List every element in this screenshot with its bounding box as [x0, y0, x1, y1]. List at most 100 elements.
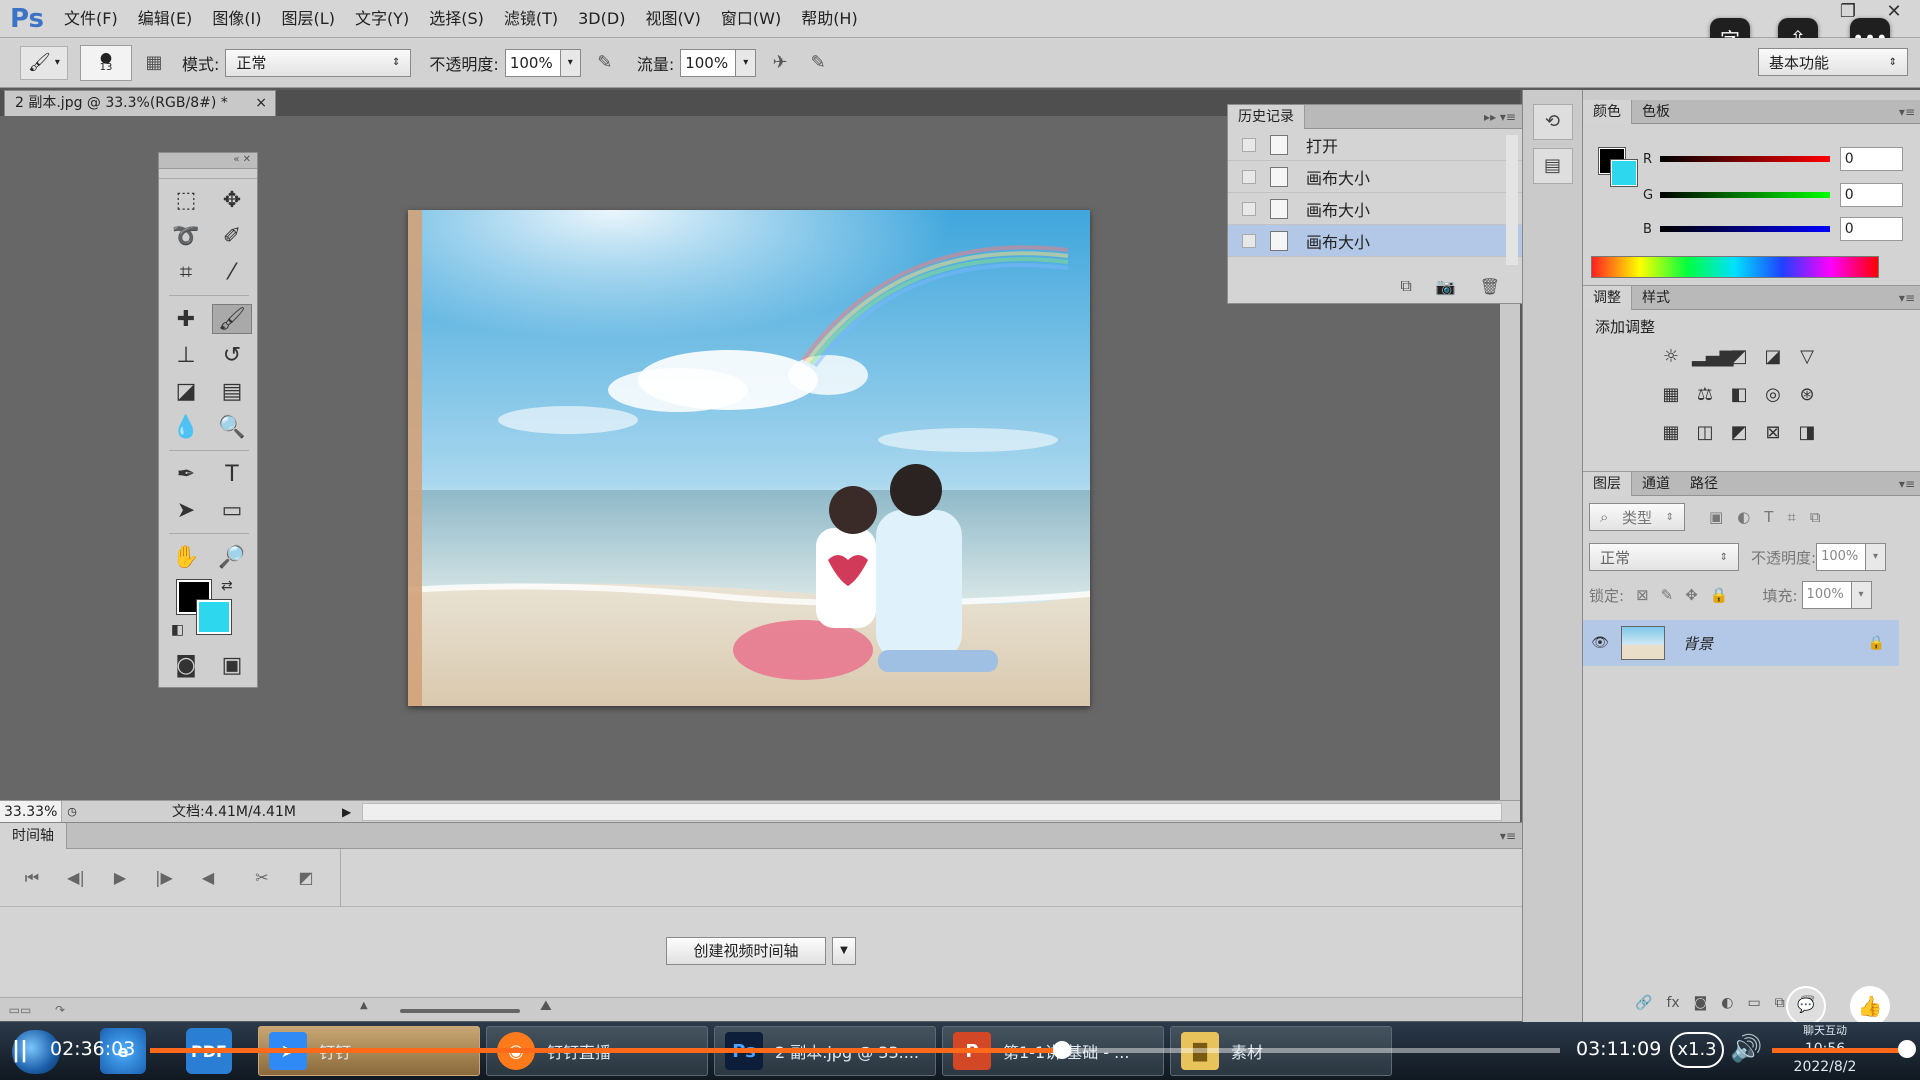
fill-dropdown[interactable]: ▾ — [1851, 581, 1872, 609]
add-mask-icon[interactable]: ◙ — [1694, 995, 1708, 1011]
panel-menu-icon[interactable]: ▾≡ — [1899, 477, 1920, 491]
rectangle-tool-icon[interactable]: ▭ — [212, 495, 252, 525]
zoom-tool-icon[interactable]: 🔎 — [212, 542, 252, 572]
channels-tab[interactable]: 通道 — [1632, 472, 1680, 496]
hand-tool-icon[interactable]: ✋ — [166, 542, 206, 572]
history-source-checkbox[interactable] — [1242, 233, 1256, 248]
background-color-swatch[interactable] — [196, 599, 232, 635]
panel-collapse-icon[interactable]: ▸▸ ▾≡ — [1484, 110, 1522, 124]
vibrance-icon[interactable]: ▽ — [1794, 344, 1820, 370]
new-document-from-state-icon[interactable]: ⧉ — [1400, 276, 1411, 296]
pause-icon[interactable]: || — [12, 1038, 28, 1063]
flow-dropdown[interactable]: ▾ — [736, 48, 757, 77]
airbrush-icon[interactable]: ✈ — [766, 49, 794, 77]
new-layer-icon[interactable]: ⧉ — [1775, 995, 1785, 1011]
lock-all-icon[interactable]: 🔒 — [1710, 586, 1729, 604]
fill-input[interactable]: 100% — [1801, 581, 1852, 609]
tools-panel-header[interactable]: « ✕ — [159, 153, 257, 169]
volume-icon[interactable]: 🔊 — [1730, 1034, 1762, 1064]
lasso-tool-icon[interactable]: ➰ — [166, 221, 206, 251]
menu-filter[interactable]: 滤镜(T) — [494, 0, 568, 38]
photo-filter-icon[interactable]: ◎ — [1760, 382, 1786, 408]
mode-select[interactable]: 正常 ⇕ — [225, 48, 412, 77]
link-layers-icon[interactable]: 🔗 — [1635, 995, 1652, 1011]
styles-tab[interactable]: 样式 — [1632, 286, 1680, 310]
color-balance-icon[interactable]: ⚖ — [1692, 382, 1718, 408]
status-menu-arrow-icon[interactable]: ▶ — [342, 805, 358, 819]
blur-tool-icon[interactable]: 💧 — [166, 412, 206, 442]
status-info-icon[interactable]: ◷ — [62, 805, 82, 818]
adjustment-filter-icon[interactable]: ◐ — [1737, 508, 1750, 526]
document-image[interactable] — [408, 210, 1090, 706]
panel-menu-icon[interactable]: ▾≡ — [1899, 105, 1920, 119]
tools-panel-grip[interactable] — [159, 169, 257, 179]
default-colors-icon[interactable]: ◧ — [171, 622, 184, 638]
canvas-horizontal-scrollbar[interactable] — [362, 802, 1502, 821]
menu-view[interactable]: 视图(V) — [635, 0, 710, 38]
menu-window[interactable]: 窗口(W) — [711, 0, 791, 38]
gradient-tool-icon[interactable]: ▤ — [212, 376, 252, 406]
delete-state-icon[interactable]: 🗑 — [1480, 277, 1500, 296]
pressure-size-icon[interactable]: ✎ — [804, 49, 832, 77]
history-scrollbar[interactable] — [1506, 135, 1518, 265]
create-video-timeline-button[interactable]: 创建视频时间轴 — [666, 937, 826, 965]
play-icon[interactable]: ▶ — [98, 868, 142, 887]
tool-preset-picker[interactable]: 🖌 ▾ — [20, 45, 68, 80]
transition-icon[interactable]: ◩ — [284, 868, 328, 887]
menu-select[interactable]: 选择(S) — [419, 0, 494, 38]
smart-object-filter-icon[interactable]: ⧉ — [1810, 508, 1821, 526]
next-frame-icon[interactable]: |▶ — [142, 868, 186, 887]
progress-knob[interactable] — [1053, 1041, 1072, 1059]
menu-layer[interactable]: 图层(L) — [272, 0, 345, 38]
new-adjustment-layer-icon[interactable]: ◐ — [1721, 995, 1733, 1011]
blue-slider[interactable] — [1659, 226, 1830, 232]
move-tool-icon[interactable]: ✥ — [212, 185, 252, 215]
progress-bar[interactable] — [150, 1041, 1560, 1059]
quick-mask-icon[interactable]: ◙ — [166, 650, 206, 680]
hue-saturation-icon[interactable]: ▦ — [1658, 382, 1684, 408]
brightness-contrast-icon[interactable]: ☼ — [1658, 344, 1684, 370]
volume-knob[interactable] — [1898, 1040, 1916, 1058]
dodge-tool-icon[interactable]: 🔍 — [212, 412, 252, 442]
path-select-tool-icon[interactable]: ➤ — [166, 495, 206, 525]
layer-name[interactable]: 背景 — [1683, 633, 1713, 654]
shape-filter-icon[interactable]: ⌗ — [1787, 508, 1795, 526]
type-filter-icon[interactable]: T — [1764, 508, 1773, 526]
posterize-icon[interactable]: ◩ — [1726, 420, 1752, 446]
layers-tab[interactable]: 图层 — [1583, 471, 1632, 496]
history-source-checkbox[interactable] — [1242, 169, 1256, 184]
threshold-icon[interactable]: ⊠ — [1760, 420, 1786, 446]
panel-menu-icon[interactable]: ▾≡ — [1500, 829, 1522, 843]
gradient-map-icon[interactable]: ◨ — [1794, 420, 1820, 446]
menu-3d[interactable]: 3D(D) — [568, 0, 635, 38]
timeline-frames-icon[interactable]: ▭▭ — [0, 1003, 40, 1017]
pressure-opacity-icon[interactable]: ✎ — [591, 49, 619, 77]
type-tool-icon[interactable]: T — [212, 459, 252, 489]
history-state-row[interactable]: 画布大小 — [1228, 161, 1522, 193]
brush-tool-icon[interactable]: 🖌 — [212, 304, 252, 334]
lock-pixels-icon[interactable]: ✎ — [1661, 586, 1674, 604]
create-snapshot-icon[interactable]: 📷 — [1436, 277, 1456, 296]
volume-slider[interactable] — [1772, 1048, 1906, 1053]
pixel-filter-icon[interactable]: ▣ — [1709, 508, 1723, 526]
levels-icon[interactable]: ▂▄▆ — [1692, 344, 1734, 370]
history-state-row[interactable]: 画布大小 — [1228, 193, 1522, 225]
brush-panel-icon[interactable]: ▦ — [140, 49, 168, 77]
swatches-tab[interactable]: 色板 — [1632, 100, 1680, 124]
history-state-row[interactable]: 画布大小 — [1228, 225, 1522, 257]
timeline-zoom-slider[interactable]: ▲ ⛰ — [360, 998, 570, 1014]
color-tab[interactable]: 颜色 — [1583, 99, 1632, 124]
color-spectrum-bar[interactable] — [1591, 256, 1879, 278]
channel-mixer-icon[interactable]: ⊛ — [1794, 382, 1820, 408]
opacity-dropdown[interactable]: ▾ — [560, 48, 581, 77]
red-value-input[interactable]: 0 — [1839, 147, 1903, 171]
eyedropper-tool-icon[interactable]: ⁄ — [212, 257, 252, 287]
layer-row-background[interactable]: 👁 背景 🔒 — [1583, 620, 1899, 666]
marquee-tool-icon[interactable]: ⬚ — [166, 185, 206, 215]
history-tab[interactable]: 历史记录 — [1228, 104, 1305, 129]
properties-dock-icon[interactable]: ▤ — [1532, 148, 1573, 184]
convert-icon[interactable]: ↷ — [40, 1003, 80, 1017]
split-scissors-icon[interactable]: ✂ — [240, 868, 284, 887]
brush-size-picker[interactable]: ● 13 — [80, 44, 132, 81]
menu-help[interactable]: 帮助(H) — [791, 0, 868, 38]
